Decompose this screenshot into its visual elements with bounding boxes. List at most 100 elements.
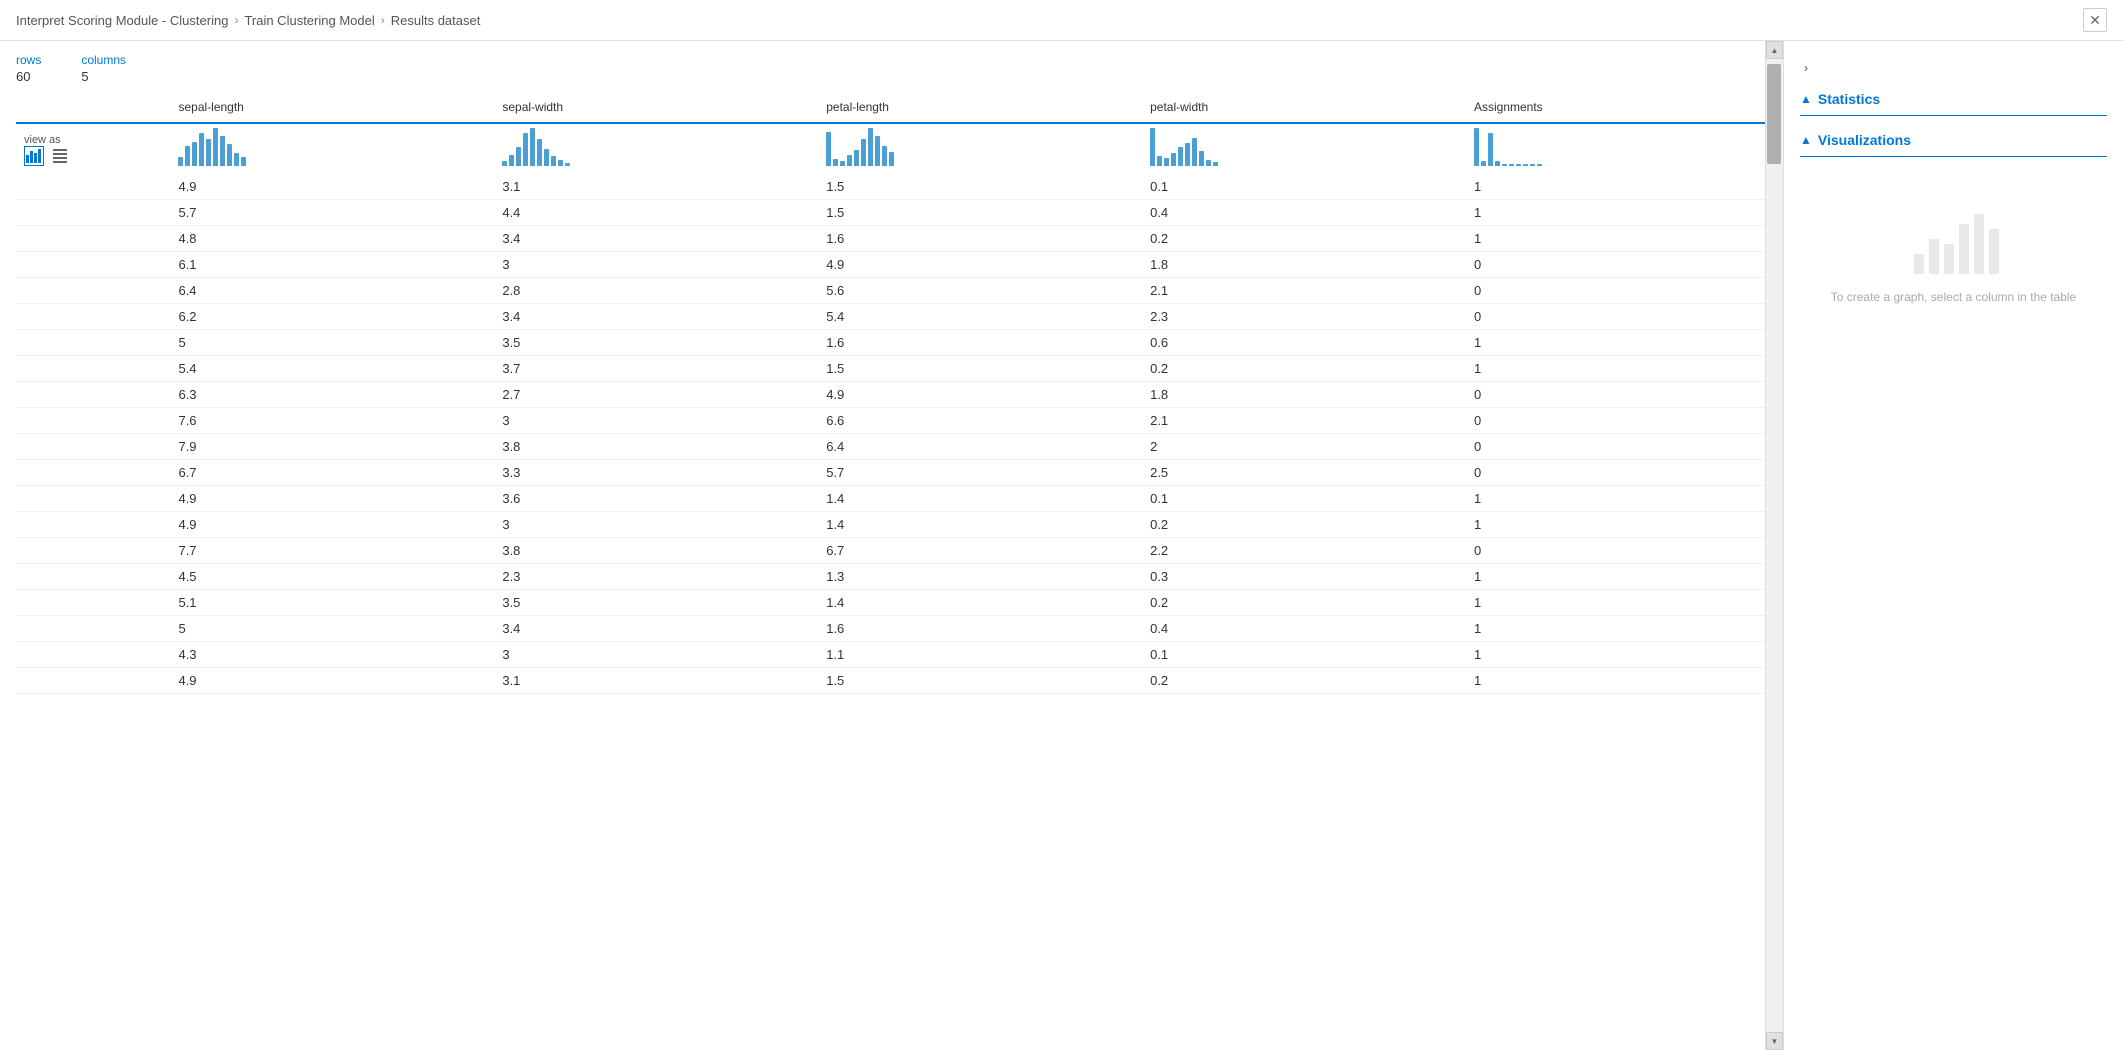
table-container[interactable]: sepal-length sepal-width petal-length pe… — [16, 96, 1765, 1050]
mini-bar — [1206, 160, 1211, 166]
cell-assignments: 1 — [1466, 174, 1765, 200]
table-row: 53.51.60.61 — [16, 330, 1765, 356]
row-index — [16, 590, 170, 616]
row-index — [16, 174, 170, 200]
cell-petal-width: 0.2 — [1142, 512, 1466, 538]
row-index — [16, 564, 170, 590]
table-row: 4.83.41.60.21 — [16, 226, 1765, 252]
cell-sepal-length: 4.3 — [170, 642, 494, 668]
cell-sepal-width: 2.8 — [494, 278, 818, 304]
cell-sepal-width: 3.5 — [494, 590, 818, 616]
mini-chart-petal-width — [1142, 123, 1466, 174]
mini-bar — [861, 139, 866, 166]
cell-sepal-width: 3.6 — [494, 486, 818, 512]
cell-petal-length: 1.6 — [818, 330, 1142, 356]
cell-sepal-length: 6.4 — [170, 278, 494, 304]
cell-sepal-length: 5.1 — [170, 590, 494, 616]
mini-bar — [544, 149, 549, 166]
cell-petal-length: 1.5 — [818, 174, 1142, 200]
scroll-track[interactable] — [1766, 59, 1783, 1032]
chart-graphic-icon — [1904, 204, 2004, 277]
mini-bar — [192, 142, 197, 166]
scroll-down-button[interactable]: ▼ — [1766, 1032, 1783, 1050]
left-panel: rows 60 columns 5 sepal-length sepal-wid… — [0, 41, 1765, 1050]
cell-petal-length: 1.6 — [818, 616, 1142, 642]
mini-bar — [1178, 147, 1183, 166]
mini-bar — [847, 155, 852, 166]
expand-icon[interactable]: › — [1800, 53, 2107, 83]
cell-petal-width: 0.2 — [1142, 356, 1466, 382]
cell-sepal-length: 5 — [170, 616, 494, 642]
mini-bar — [826, 132, 831, 166]
cell-sepal-length: 4.9 — [170, 174, 494, 200]
cell-assignments: 1 — [1466, 200, 1765, 226]
cell-assignments: 0 — [1466, 278, 1765, 304]
statistics-title: Statistics — [1818, 91, 1880, 107]
th-petal-length[interactable]: petal-length — [818, 96, 1142, 123]
cell-petal-length: 1.5 — [818, 668, 1142, 694]
cell-petal-width: 2.2 — [1142, 538, 1466, 564]
th-petal-width[interactable]: petal-width — [1142, 96, 1466, 123]
cell-sepal-width: 3 — [494, 642, 818, 668]
cell-petal-width: 0.2 — [1142, 590, 1466, 616]
mini-bar — [1185, 143, 1190, 166]
visualizations-section-header[interactable]: ▲ Visualizations — [1800, 124, 2107, 157]
cell-assignments: 1 — [1466, 330, 1765, 356]
cell-petal-width: 1.8 — [1142, 252, 1466, 278]
th-assignments[interactable]: Assignments — [1466, 96, 1765, 123]
scroll-thumb[interactable] — [1767, 64, 1781, 164]
cell-assignments: 0 — [1466, 304, 1765, 330]
mini-bar — [199, 133, 204, 166]
th-sepal-width[interactable]: sepal-width — [494, 96, 818, 123]
mini-bar — [889, 152, 894, 166]
cell-petal-width: 2.1 — [1142, 278, 1466, 304]
list-view-icon[interactable] — [50, 146, 70, 166]
table-row: 4.331.10.11 — [16, 642, 1765, 668]
mini-bar — [1509, 164, 1514, 166]
cell-petal-length: 6.4 — [818, 434, 1142, 460]
cell-petal-length: 1.6 — [818, 226, 1142, 252]
table-row: 7.73.86.72.20 — [16, 538, 1765, 564]
table-row: 6.42.85.62.10 — [16, 278, 1765, 304]
cell-petal-length: 1.4 — [818, 590, 1142, 616]
cell-petal-width: 0.1 — [1142, 642, 1466, 668]
table-row: 6.32.74.91.80 — [16, 382, 1765, 408]
center-scrollbar[interactable]: ▲ ▼ — [1765, 41, 1783, 1050]
cell-assignments: 0 — [1466, 382, 1765, 408]
bar-chart-view-icon[interactable] — [24, 146, 44, 166]
mini-bar — [565, 163, 570, 166]
row-index — [16, 408, 170, 434]
mini-bar — [1171, 153, 1176, 166]
row-index — [16, 616, 170, 642]
cell-assignments: 0 — [1466, 408, 1765, 434]
breadcrumb-sep1: › — [234, 13, 238, 27]
table-row: 4.52.31.30.31 — [16, 564, 1765, 590]
scroll-up-button[interactable]: ▲ — [1766, 41, 1783, 59]
cell-sepal-width: 3 — [494, 252, 818, 278]
cell-sepal-width: 4.4 — [494, 200, 818, 226]
row-index — [16, 642, 170, 668]
th-sepal-length[interactable]: sepal-length — [170, 96, 494, 123]
mini-bar — [1537, 164, 1542, 166]
close-button[interactable]: ✕ — [2083, 8, 2107, 32]
cell-sepal-length: 4.9 — [170, 486, 494, 512]
cell-assignments: 0 — [1466, 538, 1765, 564]
table-row: 5.13.51.40.21 — [16, 590, 1765, 616]
mini-bar — [551, 156, 556, 166]
cell-petal-length: 4.9 — [818, 382, 1142, 408]
mini-bar — [1523, 164, 1528, 166]
mini-bar — [234, 153, 239, 166]
cell-petal-length: 5.6 — [818, 278, 1142, 304]
breadcrumb-root: Interpret Scoring Module - Clustering — [16, 13, 228, 28]
mini-bar — [840, 161, 845, 166]
breadcrumb-step[interactable]: Train Clustering Model — [244, 13, 374, 28]
mini-bar — [1502, 164, 1507, 166]
meta-rows: rows 60 — [16, 53, 41, 84]
mini-bar — [1157, 156, 1162, 166]
meta-row: rows 60 columns 5 — [16, 53, 1765, 84]
table-row: 6.73.35.72.50 — [16, 460, 1765, 486]
statistics-section-header[interactable]: ▲ Statistics — [1800, 83, 2107, 116]
mini-chart-sepal-length — [170, 123, 494, 174]
cell-assignments: 0 — [1466, 460, 1765, 486]
cell-sepal-length: 6.7 — [170, 460, 494, 486]
